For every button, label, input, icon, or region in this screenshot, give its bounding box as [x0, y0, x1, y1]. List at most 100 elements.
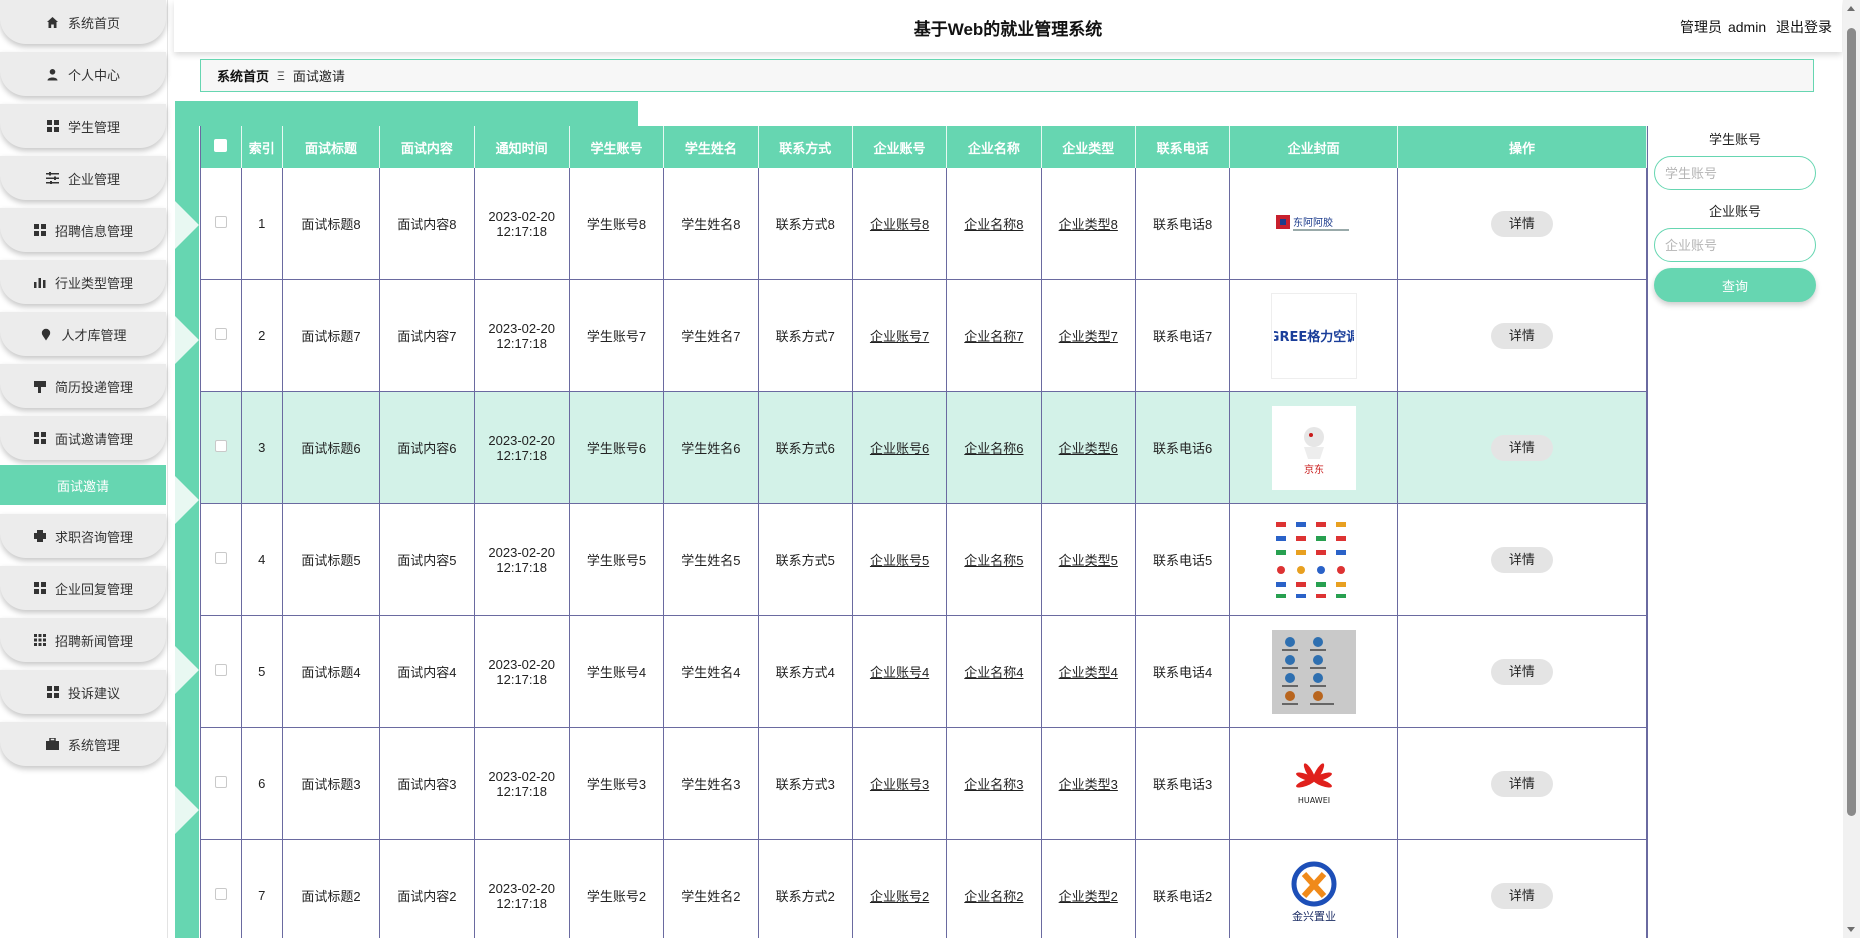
company-cover-image: 金兴置业	[1272, 854, 1356, 938]
scroll-up-icon[interactable]	[1847, 6, 1855, 11]
sidebar-item-complaints[interactable]: 投诉建议	[0, 670, 166, 714]
col-header: 企业类型	[1041, 126, 1136, 168]
detail-button[interactable]: 详情	[1490, 434, 1553, 461]
col-header: 学生姓名	[663, 126, 759, 168]
breadcrumb-separator-icon: Ξ	[277, 68, 285, 83]
sidebar-item-label: 人才库管理	[61, 327, 127, 343]
detail-button[interactable]: 详情	[1490, 770, 1553, 797]
cell-title: 面试标题7	[282, 279, 381, 392]
company-cover-image: 京东	[1271, 405, 1356, 490]
sidebar-item-label: 企业回复管理	[54, 581, 133, 597]
sidebar-item-companies[interactable]: 企业管理	[0, 156, 166, 200]
detail-button[interactable]: 详情	[1490, 322, 1553, 349]
detail-button[interactable]: 详情	[1490, 658, 1553, 685]
cell-student-name: 学生姓名2	[663, 839, 759, 938]
company-cover-image	[1272, 518, 1356, 602]
breadcrumb-home[interactable]: 系统首页	[217, 66, 269, 85]
sidebar-item-label: 求职咨询管理	[54, 529, 133, 545]
row-checkbox[interactable]	[214, 664, 227, 676]
cell-company-type: 企业类型5	[1058, 553, 1118, 568]
sidebar-item-label: 招聘新闻管理	[54, 633, 133, 649]
cell-company-account: 企业账号6	[869, 441, 930, 456]
page-scrollbar[interactable]	[1843, 0, 1860, 938]
cover-text: HUAWEI	[1297, 796, 1329, 805]
sidebar-item-label: 企业管理	[67, 171, 120, 187]
cell-title: 面试标题8	[282, 168, 381, 280]
sidebar-item-resume[interactable]: 简历投递管理	[0, 364, 166, 408]
row-checkbox[interactable]	[214, 888, 227, 900]
sidebar-item-label: 投诉建议	[67, 685, 120, 701]
grid-icon	[46, 685, 60, 699]
sidebar-item-interview[interactable]: 面试邀请管理	[0, 416, 166, 460]
cell-company-account: 企业账号5	[869, 553, 930, 568]
flag-icon	[33, 379, 47, 393]
sidebar-item-label: 系统首页	[67, 15, 120, 31]
sidebar-item-industry[interactable]: 行业类型管理	[0, 260, 166, 304]
company-cover-image: 东阿阿胶	[1272, 182, 1356, 266]
company-cover-image	[1271, 629, 1356, 714]
company-account-input[interactable]	[1654, 228, 1816, 262]
cell-company-type: 企业类型3	[1058, 777, 1118, 792]
cell-contact: 联系方式5	[758, 503, 853, 616]
row-checkbox[interactable]	[214, 552, 227, 564]
grid-icon	[33, 431, 47, 445]
sidebar-item-recruitment[interactable]: 招聘信息管理	[0, 208, 166, 252]
sidebar-item-news[interactable]: 招聘新闻管理	[0, 618, 166, 662]
cell-student-account: 学生账号8	[569, 168, 665, 280]
cell-time: 2023-02-20 12:17:18	[474, 615, 570, 728]
row-checkbox[interactable]	[214, 328, 227, 340]
cell-time: 2023-02-20 12:17:18	[474, 279, 570, 392]
cell-title: 面试标题3	[282, 727, 381, 840]
col-header: 联系方式	[758, 126, 853, 168]
cell-company-account: 企业账号4	[869, 665, 930, 680]
decorative-tab	[175, 101, 638, 126]
company-cover-image: GREE格力空调	[1270, 292, 1357, 379]
cell-index: 4	[241, 503, 283, 616]
sidebar-item-label: 个人中心	[67, 67, 120, 83]
sidebar-item-talent[interactable]: 人才库管理	[0, 312, 166, 356]
detail-button[interactable]: 详情	[1490, 210, 1553, 237]
cell-company-name: 企业名称2	[964, 889, 1024, 904]
cell-company-type: 企业类型4	[1058, 665, 1118, 680]
sidebar-item-system[interactable]: 系统管理	[0, 722, 166, 766]
cell-index: 7	[241, 839, 283, 938]
detail-button[interactable]: 详情	[1490, 882, 1553, 909]
sidebar-item-company-reply[interactable]: 企业回复管理	[0, 566, 166, 610]
sidebar-item-label: 招聘信息管理	[54, 223, 133, 239]
scrollbar-thumb[interactable]	[1847, 28, 1856, 816]
search-panel: 学生账号 企业账号 查询	[1654, 130, 1816, 302]
table-row: 2 面试标题7 面试内容7 2023-02-20 12:17:18 学生账号7 …	[201, 279, 1647, 392]
cell-contact: 联系方式4	[758, 615, 853, 728]
sidebar-subitem-interview-invite[interactable]: 面试邀请	[0, 465, 166, 505]
row-checkbox[interactable]	[214, 216, 227, 228]
sidebar-item-profile[interactable]: 个人中心	[0, 52, 166, 96]
sidebar-item-consultation[interactable]: 求职咨询管理	[0, 514, 166, 558]
cell-company-type: 企业类型6	[1058, 441, 1118, 456]
sidebar-item-students[interactable]: 学生管理	[0, 104, 166, 148]
select-all-checkbox[interactable]	[201, 126, 242, 168]
student-account-input[interactable]	[1654, 156, 1816, 190]
cell-student-name: 学生姓名5	[663, 503, 759, 616]
row-checkbox[interactable]	[214, 776, 227, 788]
logout-link[interactable]: 退出登录	[1776, 19, 1832, 35]
scroll-down-icon[interactable]	[1847, 927, 1855, 932]
cell-content: 面试内容6	[379, 391, 475, 504]
row-checkbox[interactable]	[214, 440, 227, 452]
cell-company-name: 企业名称5	[964, 553, 1024, 568]
cell-company-name: 企业名称8	[964, 217, 1024, 232]
user-area: 管理员 admin 退出登录	[1674, 17, 1832, 37]
cell-company-type: 企业类型2	[1058, 889, 1118, 904]
sidebar-item-label: 面试邀请管理	[54, 431, 133, 447]
cell-company-account: 企业账号7	[869, 329, 930, 344]
sidebar-item-home[interactable]: 系统首页	[0, 0, 166, 44]
decorative-left-strip	[175, 126, 199, 938]
col-header: 通知时间	[474, 126, 570, 168]
cover-text: 京东	[1304, 463, 1324, 476]
cell-company-name: 企业名称7	[964, 329, 1024, 344]
cell-company-name: 企业名称3	[964, 777, 1024, 792]
col-header: 操作	[1397, 126, 1647, 168]
detail-button[interactable]: 详情	[1490, 546, 1553, 573]
query-button[interactable]: 查询	[1654, 268, 1816, 302]
admin-name: admin	[1727, 19, 1767, 35]
admin-role: 管理员	[1679, 19, 1722, 35]
